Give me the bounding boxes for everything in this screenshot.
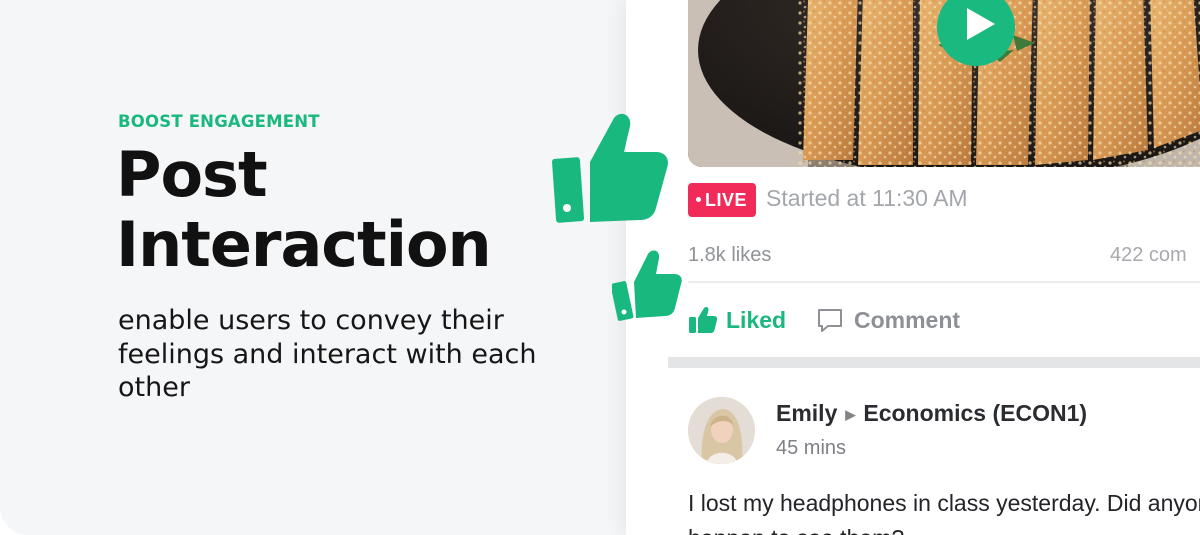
comment-button-label: Comment — [854, 306, 961, 333]
comments-count[interactable]: 422 com — [1110, 244, 1187, 267]
feature-title: Post Interaction — [116, 138, 492, 281]
feed-screen: LIVE Started at 11:30 AM 1.8k likes 422 … — [626, 0, 1200, 535]
post-author-name[interactable]: Emily — [776, 400, 837, 427]
divider — [688, 281, 1200, 283]
caret-right-icon: ▶ — [845, 406, 856, 422]
feature-eyebrow: BOOST ENGAGEMENT — [118, 112, 320, 131]
thumbs-up-icon — [612, 250, 682, 321]
play-icon — [967, 8, 995, 40]
post-timestamp: 45 mins — [776, 437, 847, 459]
live-badge: LIVE — [688, 183, 757, 217]
post-author-line: Emily ▶ Economics (ECON1) — [776, 400, 1087, 427]
post-body: I lost my headphones in class yesterday.… — [688, 490, 1200, 535]
play-button[interactable] — [937, 0, 1015, 66]
like-button[interactable]: Liked — [688, 304, 786, 336]
like-button-label: Liked — [726, 306, 787, 333]
avatar-image — [688, 397, 755, 464]
feature-title-line1: Post — [116, 138, 268, 211]
likes-count[interactable]: 1.8k likes — [688, 244, 771, 267]
live-label: LIVE — [705, 190, 748, 210]
feature-description: enable users to convey their feelings an… — [118, 305, 537, 403]
feature-title-line2: Interaction — [116, 208, 492, 281]
live-start-time: Started at 11:30 AM — [766, 185, 968, 211]
thumbs-up-icon — [689, 306, 718, 333]
post-group-name[interactable]: Economics (ECON1) — [863, 400, 1087, 427]
feature-panel: BOOST ENGAGEMENT Post Interaction enable… — [0, 0, 640, 535]
live-dot-icon — [696, 197, 701, 203]
thumbs-up-icon — [552, 113, 668, 223]
section-divider — [668, 357, 1200, 368]
comment-icon — [818, 309, 842, 332]
comment-button[interactable]: Comment — [816, 304, 960, 336]
avatar[interactable] — [688, 397, 755, 464]
